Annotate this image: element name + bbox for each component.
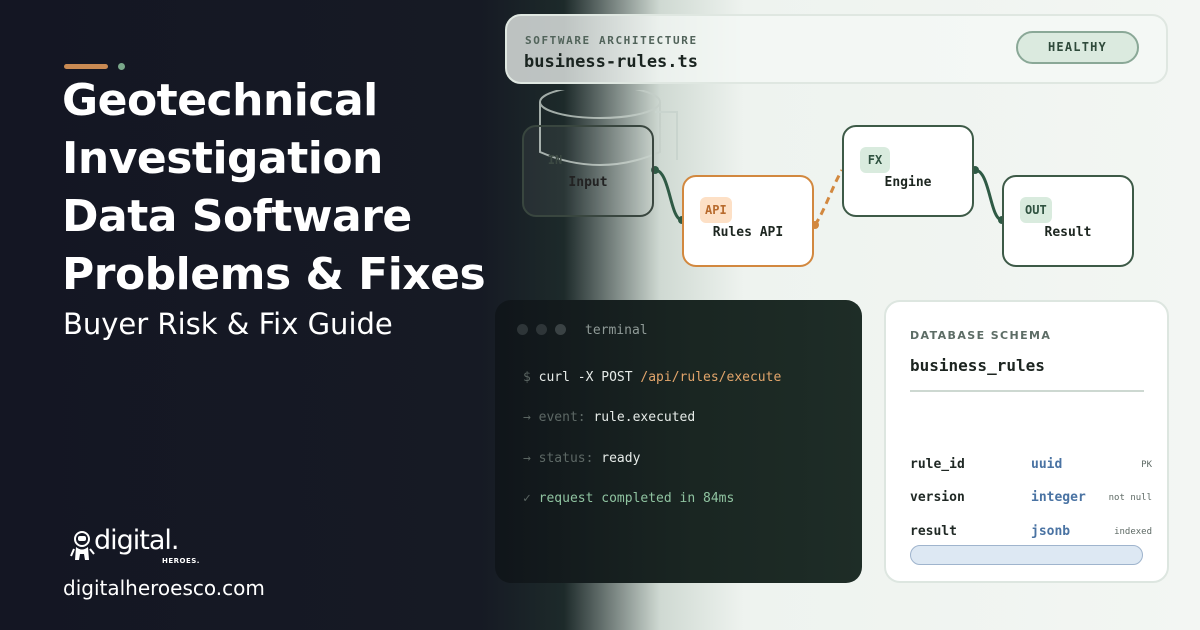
terminal-line: → status: ready <box>523 451 641 466</box>
node-tag: API <box>700 197 732 223</box>
node-label: Rules API <box>712 225 784 240</box>
pipeline-node-input[interactable]: IN Input <box>522 125 654 217</box>
schema-row: rule_id uuid PK <box>910 457 1152 472</box>
schema-highlight-bar <box>910 545 1143 565</box>
terminal-title: terminal <box>585 323 648 338</box>
brand-logo: digital. HEROES. <box>70 524 210 570</box>
header-file-name: business-rules.ts <box>524 52 698 72</box>
pipeline-node-result[interactable]: OUT Result <box>1002 175 1134 267</box>
brand-wordmark: digital. <box>94 525 179 556</box>
accent-dot <box>118 63 125 70</box>
schema-row: result jsonb indexed <box>910 524 1152 539</box>
schema-row: version integer not null <box>910 490 1152 505</box>
site-url[interactable]: digitalheroesco.com <box>63 576 265 600</box>
pipeline-node-engine[interactable]: FX Engine <box>842 125 974 217</box>
terminal-line: → event: rule.executed <box>523 410 696 425</box>
terminal-line: ✓ request completed in 84ms <box>523 491 735 506</box>
node-tag: IN <box>547 153 563 167</box>
node-label: Result <box>1044 225 1092 240</box>
brand-subwordmark: HEROES. <box>162 557 200 565</box>
hero-title-line: Investigation <box>62 133 383 184</box>
terminal-window: terminal $ curl -X POST /api/rules/execu… <box>495 300 862 583</box>
connector-input-api <box>654 168 683 222</box>
accent-bar <box>64 64 108 69</box>
status-badge: HEALTHY <box>1016 31 1139 64</box>
pipeline-node-rules-api[interactable]: API Rules API <box>682 175 814 267</box>
architecture-header-card: SOFTWARE ARCHITECTURE business-rules.ts … <box>505 14 1168 84</box>
window-dot-icon <box>517 324 528 335</box>
schema-eyebrow: DATABASE SCHEMA <box>910 329 1052 342</box>
node-tag: OUT <box>1020 197 1052 223</box>
node-tag: FX <box>860 147 890 173</box>
connector-engine-result <box>974 168 1003 222</box>
database-schema-card: DATABASE SCHEMA business_rules rule_id u… <box>884 300 1169 583</box>
header-eyebrow: SOFTWARE ARCHITECTURE <box>525 34 698 47</box>
hero-title: Geotechnical Investigation Data Software… <box>62 72 522 304</box>
connector-api-engine <box>813 169 844 226</box>
hero-title-line: Geotechnical <box>62 75 378 126</box>
node-label: Engine <box>884 175 932 190</box>
hero-title-line: Data Software <box>62 191 412 242</box>
divider <box>910 390 1144 392</box>
window-dot-icon <box>536 324 547 335</box>
schema-table-name: business_rules <box>910 356 1045 375</box>
hero-title-line: Problems & Fixes <box>62 249 486 300</box>
node-label: Input <box>568 175 608 190</box>
hero-subtitle: Buyer Risk & Fix Guide <box>63 307 393 341</box>
terminal-line: $ curl -X POST /api/rules/execute <box>523 370 782 385</box>
window-dot-icon <box>555 324 566 335</box>
astronaut-icon <box>70 531 95 560</box>
